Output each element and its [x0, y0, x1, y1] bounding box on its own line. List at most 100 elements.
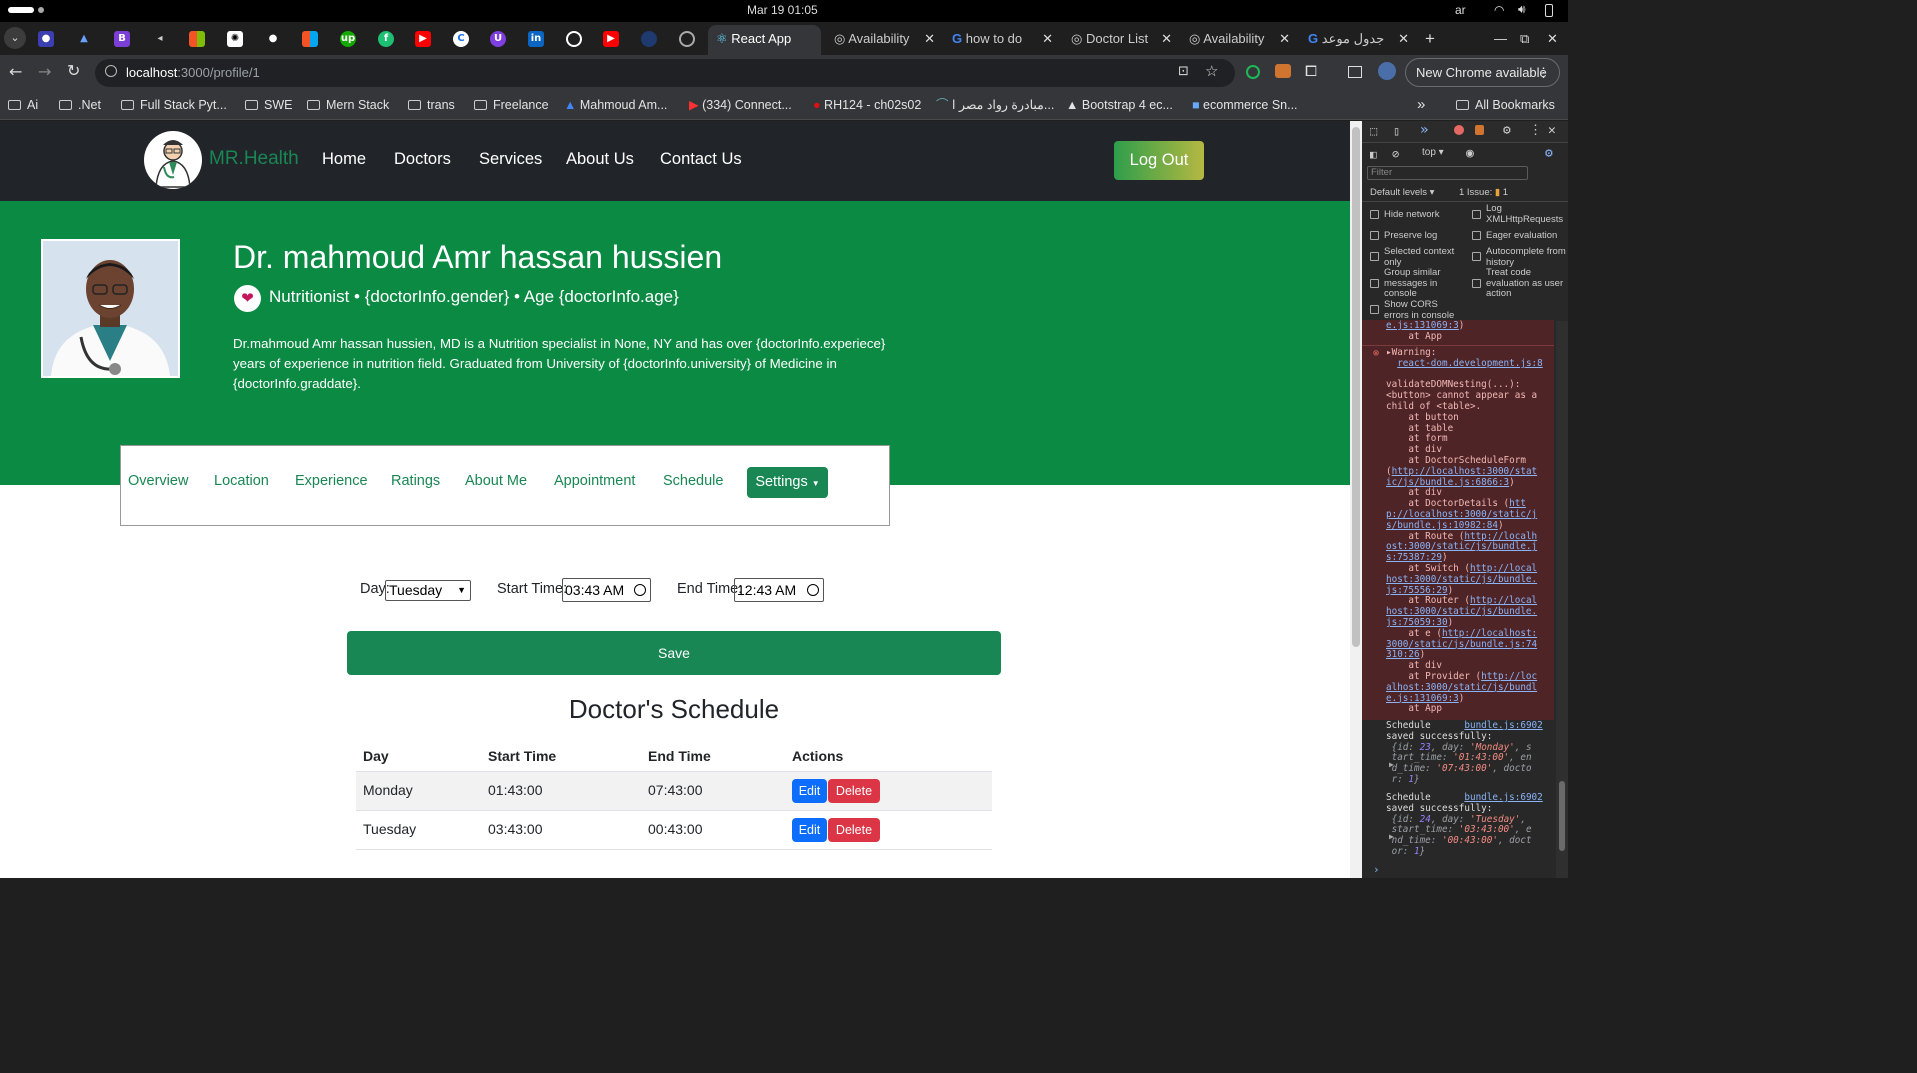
bookmark-folder[interactable]: Full Stack Pyt...	[121, 96, 227, 114]
autocomplete-checkbox[interactable]	[1472, 252, 1481, 261]
microsoft-tab-icon[interactable]	[189, 31, 205, 47]
pinned-tab-favicon[interactable]: ▲	[76, 31, 92, 47]
pinned-tab-favicon[interactable]: C	[453, 31, 469, 47]
microsoft-tab-icon[interactable]	[302, 31, 318, 47]
brand-name[interactable]: MR.Health	[209, 148, 299, 170]
eager-evaluation-checkbox[interactable]	[1472, 231, 1481, 240]
show-cors-checkbox[interactable]	[1370, 305, 1379, 314]
clock-icon[interactable]	[634, 584, 646, 596]
console-settings-gear-icon[interactable]: ⚙	[1545, 146, 1553, 161]
bookmark-folder[interactable]: trans	[408, 96, 455, 114]
back-arrow-icon[interactable]: ←	[9, 62, 22, 81]
settings-dropdown-button[interactable]: Settings ▼	[747, 467, 828, 498]
close-icon[interactable]: ✕	[1396, 27, 1409, 51]
bookmark-folder[interactable]: SWE	[245, 96, 292, 114]
close-icon[interactable]: ✕	[922, 27, 935, 51]
activities-indicator[interactable]	[8, 7, 34, 13]
tab-about-me[interactable]: About Me	[465, 473, 527, 489]
pinned-tab-favicon[interactable]: ●	[265, 31, 281, 47]
log-levels-dropdown[interactable]: Default levels ▾	[1370, 187, 1434, 198]
scrollbar-thumb[interactable]	[1559, 781, 1565, 851]
linkedin-tab-icon[interactable]: in	[528, 31, 544, 47]
bookmark-link[interactable]: ▶ (334) Connect...	[689, 96, 792, 114]
devtools-close-icon[interactable]: ✕	[1548, 123, 1556, 138]
battery-icon[interactable]	[1545, 4, 1553, 17]
treat-code-checkbox[interactable]	[1472, 279, 1481, 288]
audio-tab-icon[interactable]: ◂	[152, 31, 168, 47]
bootstrap-tab-icon[interactable]: B	[114, 31, 130, 47]
edit-button[interactable]: Edit	[792, 779, 827, 803]
scrollbar-thumb[interactable]	[1352, 127, 1360, 647]
close-icon[interactable]: ✕	[1040, 27, 1053, 51]
bookmark-link[interactable]: ▲ Mahmoud Am...	[564, 96, 667, 114]
tab-search-chevron-icon[interactable]: ⌄	[4, 27, 26, 49]
edit-button[interactable]: Edit	[792, 818, 827, 842]
bookmark-folder[interactable]: Ai	[8, 96, 38, 114]
pinned-tab-favicon[interactable]	[641, 31, 657, 47]
new-tab-plus-icon[interactable]: +	[1425, 27, 1441, 51]
forward-arrow-icon[interactable]: →	[38, 62, 51, 81]
profile-avatar[interactable]	[1378, 62, 1396, 80]
extensions-puzzle-icon[interactable]: ⧠	[1305, 62, 1317, 80]
site-info-icon[interactable]	[105, 65, 117, 77]
volume-icon[interactable]: 🔊︎	[1518, 2, 1526, 17]
group-similar-checkbox[interactable]	[1370, 279, 1379, 288]
bookmark-star-icon[interactable]: ☆	[1205, 62, 1218, 80]
close-icon[interactable]: ✕	[1159, 27, 1172, 51]
console-filter-input[interactable]: Filter	[1367, 166, 1528, 180]
openai-tab-icon[interactable]: ✺	[227, 31, 243, 47]
extension-icon[interactable]	[1246, 65, 1260, 79]
inspect-element-icon[interactable]: ⬚	[1370, 124, 1377, 138]
sidebar-toggle-icon[interactable]: ◧	[1370, 148, 1377, 161]
bookmark-link[interactable]: ▲ Bootstrap 4 ec...	[1066, 96, 1173, 114]
device-toolbar-icon[interactable]: ▯	[1393, 124, 1400, 138]
bookmark-link[interactable]: ■ ecommerce Sn...	[1192, 96, 1298, 114]
hide-network-checkbox[interactable]	[1370, 210, 1379, 219]
pinned-tab-favicon[interactable]: ●	[38, 31, 54, 47]
page-scrollbar[interactable]	[1350, 121, 1362, 878]
address-bar[interactable]: localhost:3000/profile/1 ⊡ ☆	[95, 59, 1235, 87]
error-count-icon[interactable]	[1454, 125, 1464, 135]
tab-experience[interactable]: Experience	[295, 473, 368, 489]
upwork-tab-icon[interactable]: up	[340, 31, 356, 47]
context-selector[interactable]: top ▾	[1422, 147, 1464, 161]
all-bookmarks-folder[interactable]: All Bookmarks	[1456, 96, 1555, 114]
pinned-tab-favicon[interactable]: U	[490, 31, 506, 47]
console-warning-message[interactable]: ▸Warning: react-dom.development.js:8 6 v…	[1386, 347, 1565, 715]
issues-counter[interactable]: 1 Issue: ▮ 1	[1459, 187, 1508, 198]
site-logo[interactable]	[144, 131, 202, 189]
nav-contact-us[interactable]: Contact Us	[660, 150, 742, 169]
nav-about-us[interactable]: About Us	[566, 150, 634, 169]
side-panel-icon[interactable]	[1348, 66, 1362, 78]
more-tabs-chevron-icon[interactable]: »	[1420, 122, 1428, 138]
clock[interactable]: Mar 19 01:05	[747, 3, 818, 17]
tab-ratings[interactable]: Ratings	[391, 473, 440, 489]
tab-location[interactable]: Location	[214, 473, 269, 489]
logout-button[interactable]: Log Out	[1114, 141, 1204, 180]
nav-services[interactable]: Services	[479, 150, 542, 169]
url-text[interactable]: localhost:3000/profile/1	[126, 65, 260, 80]
wifi-icon[interactable]: ◠	[1494, 3, 1504, 17]
tab-availability-1[interactable]: ◎ Availability ✕	[834, 27, 939, 51]
tab-schedule[interactable]: Schedule	[663, 473, 723, 489]
window-close-icon[interactable]: ✕	[1547, 27, 1561, 51]
live-expression-eye-icon[interactable]: ◉	[1466, 146, 1474, 161]
selected-context-checkbox[interactable]	[1370, 252, 1379, 261]
extension-icon[interactable]	[1275, 64, 1291, 78]
console-log-message[interactable]: Schedule bundle.js:6902 saved successful…	[1386, 720, 1543, 786]
youtube-tab-icon[interactable]: ▶	[603, 31, 619, 47]
minimize-icon[interactable]: —	[1494, 27, 1508, 51]
end-time-input[interactable]: 12:43 AM	[734, 578, 824, 602]
input-language[interactable]: ar	[1455, 3, 1466, 17]
tab-appointment[interactable]: Appointment	[554, 473, 635, 489]
settings-gear-icon[interactable]: ⚙	[1503, 123, 1511, 138]
tab-overview[interactable]: Overview	[128, 473, 188, 489]
nav-home[interactable]: Home	[322, 150, 366, 169]
delete-button[interactable]: Delete	[828, 779, 880, 803]
bookmark-folder[interactable]: Mern Stack	[307, 96, 389, 114]
bookmark-folder[interactable]: .Net	[59, 96, 101, 114]
globe-icon[interactable]	[679, 31, 695, 47]
bookmark-link[interactable]: ⌒ مبادرة رواد مصر ا...	[936, 96, 1054, 114]
preserve-log-checkbox[interactable]	[1370, 231, 1379, 240]
tab-doctor-list[interactable]: ◎ Doctor List ✕	[1071, 27, 1176, 51]
